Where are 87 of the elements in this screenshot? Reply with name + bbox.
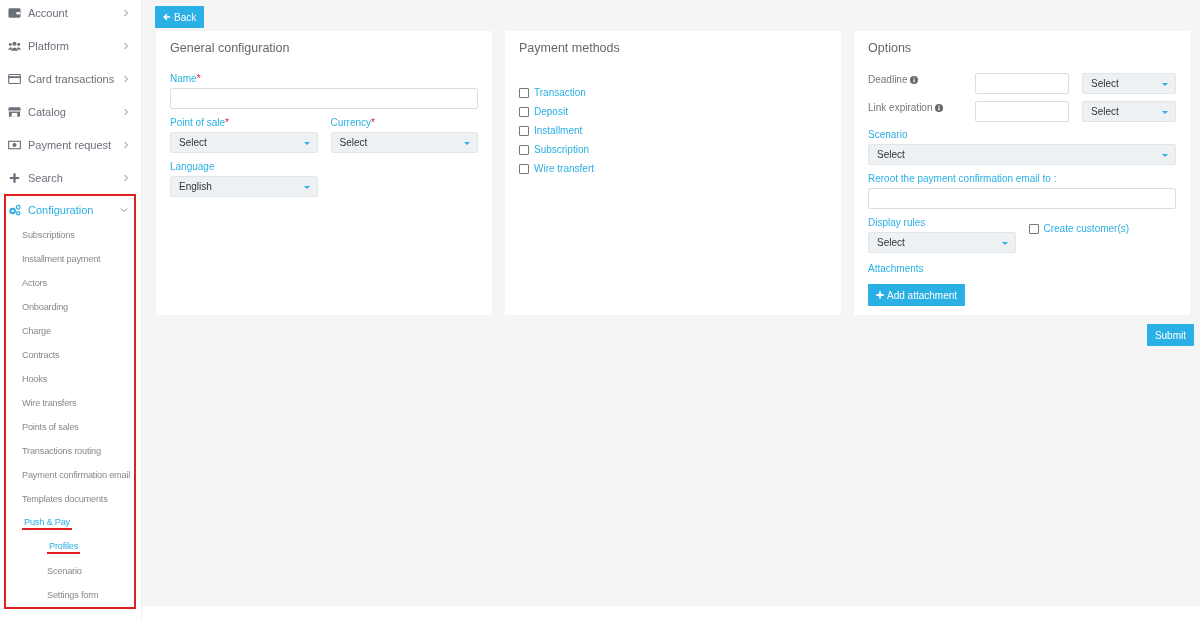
submenu-item[interactable]: Contracts <box>22 350 60 360</box>
gears-icon <box>8 203 21 216</box>
chevron-right-icon <box>122 140 130 149</box>
field-label: Link expiration <box>868 102 933 113</box>
submenu-item[interactable]: Payment confirmation email <box>22 470 131 480</box>
checkbox-label: Transaction <box>534 87 586 98</box>
select-field[interactable]: Select <box>1082 73 1176 94</box>
chevron-down-icon <box>120 205 128 214</box>
select-field[interactable]: Select <box>170 132 318 153</box>
banknote-icon <box>8 138 21 151</box>
field-label: Deadline <box>868 74 908 85</box>
submenu-item[interactable]: Installment payment <box>22 254 101 264</box>
checkbox[interactable] <box>519 144 529 155</box>
store-icon <box>8 105 21 118</box>
input-field[interactable] <box>975 101 1069 122</box>
plus-icon <box>876 291 884 299</box>
field-label: Display rules <box>868 217 927 228</box>
users-icon <box>8 39 21 52</box>
info-icon <box>910 75 919 84</box>
input-field[interactable] <box>170 88 478 109</box>
submenu-item[interactable]: Scenario <box>47 566 82 576</box>
checkbox-label: Create customer(s) <box>1043 223 1130 234</box>
checkbox-label: Deposit <box>534 106 568 117</box>
submenu-item[interactable]: Wire transfers <box>22 398 77 408</box>
caret-icon <box>303 142 310 145</box>
nav-item[interactable]: Platform <box>5 29 136 62</box>
submenu-item[interactable]: Profiles <box>47 540 81 554</box>
chevron-right-icon <box>122 173 130 182</box>
caret-icon <box>1162 154 1168 157</box>
wallet-icon <box>8 6 21 19</box>
field-label: Scenario <box>868 129 909 140</box>
input-field[interactable] <box>868 188 1176 209</box>
field-label: Name* <box>170 73 202 84</box>
submenu-item[interactable]: Transactions routing <box>22 446 101 456</box>
submenu-item[interactable]: Subscriptions <box>22 230 75 240</box>
field-label: Attachments <box>868 263 925 274</box>
add-attachment-button[interactable]: Add attachment <box>868 284 966 306</box>
caret-icon <box>303 186 310 189</box>
nav-item[interactable]: Payment request <box>5 128 136 161</box>
card-title: Options <box>868 41 913 55</box>
card-title: Payment methods <box>519 41 621 55</box>
nav-item[interactable]: Configuration <box>6 196 134 223</box>
caret-icon <box>1001 242 1008 245</box>
checkbox[interactable] <box>519 87 529 98</box>
select-field[interactable]: English <box>170 176 318 197</box>
caret-icon <box>1162 83 1168 86</box>
submenu-item[interactable]: Points of sales <box>22 422 79 432</box>
select-field[interactable]: Select <box>330 132 478 153</box>
select-field[interactable]: Select <box>868 232 1016 253</box>
nav-item[interactable]: Account <box>5 0 136 29</box>
info-icon <box>935 103 944 112</box>
checkbox[interactable] <box>519 106 529 117</box>
checkbox-label: Subscription <box>534 144 590 155</box>
checkbox[interactable] <box>519 163 529 174</box>
input-field[interactable] <box>975 73 1069 94</box>
nav-item[interactable]: Search <box>5 161 136 194</box>
submenu-item[interactable]: Charge <box>22 326 51 336</box>
submenu-item[interactable]: Settings form <box>47 590 99 600</box>
chevron-right-icon <box>122 107 130 116</box>
card-title: General configuration <box>170 41 291 55</box>
select-field[interactable]: Select <box>1082 101 1176 122</box>
field-label: Currency* <box>330 117 376 128</box>
checkbox-label: Installment <box>534 125 583 136</box>
caret-icon <box>464 142 470 145</box>
checkbox-label: Wire transfert <box>534 163 594 174</box>
field-label: Reroot the payment confirmation email to : <box>868 173 1058 184</box>
nav-item[interactable]: Catalog <box>5 95 136 128</box>
arrow-left-icon <box>163 13 171 21</box>
chevron-right-icon <box>122 41 130 50</box>
checkbox[interactable] <box>1028 223 1039 234</box>
chevron-right-icon <box>122 8 130 17</box>
submenu-item[interactable]: Templates documents <box>22 494 108 504</box>
back-button[interactable]: Back <box>155 6 205 28</box>
submenu-item[interactable]: Actors <box>22 278 47 288</box>
submenu-item[interactable]: Push & Pay <box>22 516 72 530</box>
plus-icon <box>8 171 21 184</box>
chevron-right-icon <box>122 74 130 83</box>
field-label: Point of sale* <box>170 117 230 128</box>
caret-icon <box>1162 111 1168 114</box>
submit-button[interactable]: Submit <box>1146 324 1194 346</box>
select-field[interactable]: Select <box>868 144 1176 165</box>
nav-item[interactable]: Card transactions <box>5 62 136 95</box>
field-label: Language <box>170 161 216 172</box>
submenu-item[interactable]: Onboarding <box>22 302 68 312</box>
checkbox[interactable] <box>519 125 529 136</box>
credit-card-icon <box>8 72 21 85</box>
submenu-item[interactable]: Hooks <box>22 374 48 384</box>
